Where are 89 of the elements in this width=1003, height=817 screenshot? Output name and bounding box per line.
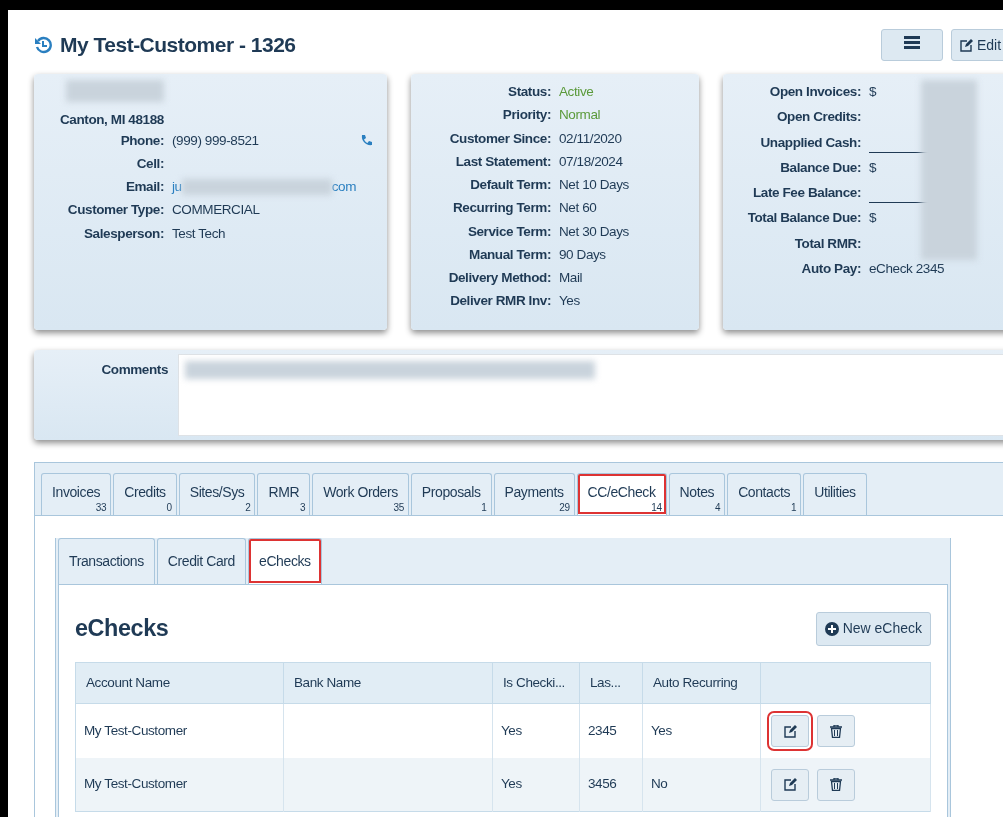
page-title: My Test-Customer - 1326 [60, 32, 296, 59]
table-cell: Yes [651, 723, 672, 738]
phone-value: (999) 999-8521 [172, 131, 259, 150]
field-label: Phone: [119, 131, 164, 150]
field-label: Deliver RMR Inv: [449, 292, 551, 311]
edit-button[interactable] [771, 768, 809, 801]
tab[interactable]: Work Orders 35 [312, 473, 409, 515]
field-value: 90 Days [559, 245, 607, 264]
field-label: Delivery Method: [447, 269, 551, 287]
field-label: Manual Term: [468, 245, 551, 264]
tab[interactable]: CC/eCheck 14 [576, 473, 667, 515]
tab[interactable]: Proposals 1 [410, 473, 492, 515]
field-label: Last Statement: [454, 152, 551, 171]
column-header: Auto Recurring [642, 662, 761, 704]
new-echeck-button[interactable]: New eCheck [815, 611, 931, 646]
trash-icon [830, 724, 842, 738]
field-label: Customer Since: [448, 129, 551, 148]
field-value: Active [559, 83, 595, 101]
email-link[interactable]: com [331, 177, 357, 198]
list-view-button[interactable] [881, 29, 943, 61]
table-cell: No [651, 776, 668, 792]
field-label: Total RMR: [793, 234, 861, 253]
table-cell: 2345 [588, 723, 617, 738]
delete-button[interactable] [817, 768, 855, 801]
field-value: Yes [559, 292, 581, 311]
field-value: 02/11/2020 [559, 129, 623, 148]
edit-icon [960, 38, 973, 52]
comments-field[interactable] [178, 354, 1003, 436]
edit-icon [783, 778, 797, 792]
field-value: eCheck 2345 [869, 260, 945, 276]
field-value: Test Tech [172, 224, 226, 243]
field-label: Open Invoices: [768, 83, 861, 101]
field-label: Priority: [501, 106, 551, 125]
edit-icon [783, 724, 797, 738]
phone-icon [360, 134, 373, 148]
delete-button[interactable] [817, 715, 855, 748]
field-value: $ [869, 84, 877, 99]
comments-label: Comments [100, 361, 169, 379]
table-cell: Yes [501, 776, 522, 792]
edit-button[interactable]: Edit [951, 29, 1003, 61]
column-header: Bank Name [283, 662, 493, 704]
table-cell: My Test-Customer [84, 776, 187, 792]
field-value: Net 10 Days [559, 176, 630, 194]
field-value: Normal [559, 106, 602, 125]
subtab[interactable]: Credit Card [156, 538, 246, 584]
tab[interactable]: Payments 29 [493, 473, 575, 515]
field-value: Mail [559, 269, 584, 287]
field-label: Salesperson: [83, 224, 164, 243]
table-cell: My Test-Customer [84, 723, 187, 738]
field-label: Email: [124, 178, 164, 196]
tab[interactable]: Sites/Sys 2 [178, 473, 256, 515]
field-label: Late Fee Balance: [752, 184, 861, 202]
field-label: Total Balance Due: [746, 209, 861, 228]
table-cell: Yes [501, 723, 522, 738]
field-label: Recurring Term: [451, 199, 551, 218]
field-value: 07/18/2024 [559, 152, 624, 171]
field-label: Unapplied Cash: [759, 133, 861, 152]
field-label: Auto Pay: [800, 259, 861, 278]
tab[interactable]: Credits 0 [113, 473, 177, 515]
history-icon [34, 36, 52, 54]
column-header: Las... [579, 662, 643, 704]
field-label: Cell: [135, 154, 164, 173]
field-value: COMMERCIAL [172, 201, 260, 220]
field-label: Service Term: [466, 222, 551, 241]
tab[interactable]: RMR 3 [257, 473, 311, 515]
tab[interactable]: Invoices 33 [41, 473, 112, 515]
tab[interactable]: Utilities [803, 473, 867, 515]
field-value: $ [869, 210, 877, 226]
section-title: eChecks [75, 614, 169, 643]
trash-icon [830, 778, 842, 792]
field-label: Open Credits: [775, 108, 861, 127]
list-icon [904, 35, 920, 50]
column-header: Is Checki... [492, 662, 580, 704]
field-label: Customer Type: [66, 201, 164, 220]
field-value: $ [869, 159, 877, 175]
column-header: Account Name [75, 662, 284, 704]
field-label: Balance Due: [779, 158, 861, 177]
field-label: Default Term: [469, 176, 551, 194]
subtab[interactable]: eChecks [248, 538, 322, 584]
tab[interactable]: Contacts 1 [727, 473, 802, 515]
field-label: Status: [507, 83, 551, 101]
table-cell: 3456 [588, 776, 617, 792]
field-value: Net 60 [559, 199, 598, 218]
address-text: Canton, MI 48188 [60, 111, 165, 130]
field-value: Net 30 Days [559, 222, 630, 241]
tab[interactable]: Notes 4 [668, 473, 726, 515]
email-link[interactable]: ju [172, 177, 182, 198]
subtab[interactable]: Transactions [58, 538, 155, 584]
plus-circle-icon [824, 621, 839, 636]
